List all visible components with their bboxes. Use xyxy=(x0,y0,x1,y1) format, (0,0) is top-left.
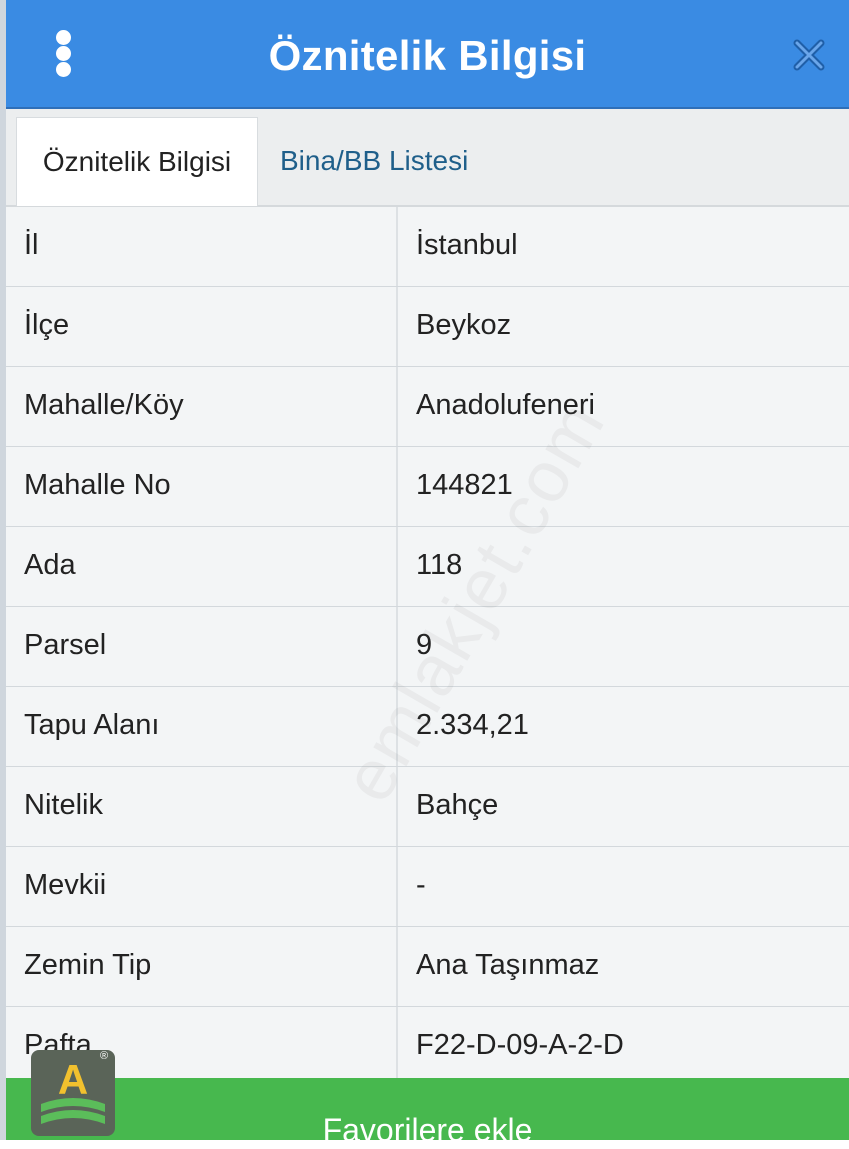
app-header: Öznitelik Bilgisi xyxy=(6,0,849,109)
row-value: Beykoz xyxy=(416,309,512,341)
table-row: Parsel 9 xyxy=(6,607,849,687)
row-value: 9 xyxy=(416,629,433,661)
attribute-table: İl İstanbul İlçe Beykoz Mahalle/Köy Anad… xyxy=(6,207,849,1087)
logo-letter: A xyxy=(58,1056,88,1103)
column-divider xyxy=(396,847,398,926)
add-to-favorites-label: Favorilere ekle xyxy=(322,1112,533,1148)
row-key: Ada xyxy=(24,549,76,581)
row-key: Zemin Tip xyxy=(24,949,152,981)
row-key: İl xyxy=(24,229,39,261)
table-row: Ada 118 xyxy=(6,527,849,607)
brand-logo: A xyxy=(31,1050,115,1136)
tab-oznitelik-bilgisi[interactable]: Öznitelik Bilgisi xyxy=(16,117,258,206)
table-row: Mahalle/Köy Anadolufeneri xyxy=(6,367,849,447)
row-value: İstanbul xyxy=(416,229,518,261)
tab-bina-bb-listesi[interactable]: Bina/BB Listesi xyxy=(280,117,468,205)
row-value: Bahçe xyxy=(416,789,499,821)
column-divider xyxy=(396,527,398,606)
close-icon xyxy=(793,39,825,71)
row-key: Mahalle/Köy xyxy=(24,389,184,421)
table-row: İl İstanbul xyxy=(6,207,849,287)
row-key: Mevkii xyxy=(24,869,107,901)
row-key: Mahalle No xyxy=(24,469,171,501)
row-value: Ana Taşınmaz xyxy=(416,949,600,981)
close-button[interactable] xyxy=(789,35,829,75)
table-row: Mevkii - xyxy=(6,847,849,927)
table-row: İlçe Beykoz xyxy=(6,287,849,367)
row-value: 118 xyxy=(416,549,463,581)
row-value: F22-D-09-A-2-D xyxy=(416,1029,624,1061)
column-divider xyxy=(396,207,398,286)
table-row: Pafta F22-D-09-A-2-D xyxy=(6,1007,849,1087)
column-divider xyxy=(396,367,398,446)
add-to-favorites-button[interactable]: Favorilere ekle xyxy=(6,1078,849,1148)
column-divider xyxy=(396,1007,398,1086)
column-divider xyxy=(396,687,398,766)
row-key: İlçe xyxy=(24,309,70,341)
row-value: - xyxy=(416,869,426,901)
table-row: Zemin Tip Ana Taşınmaz xyxy=(6,927,849,1007)
table-row: Mahalle No 144821 xyxy=(6,447,849,527)
row-key: Parsel xyxy=(24,629,107,661)
registered-mark: ® xyxy=(100,1050,109,1062)
column-divider xyxy=(396,767,398,846)
row-value: 144821 xyxy=(416,469,513,501)
row-value: 2.334,21 xyxy=(416,709,529,741)
page-title: Öznitelik Bilgisi xyxy=(268,32,587,79)
row-key: Tapu Alanı xyxy=(24,709,160,741)
row-key: Nitelik xyxy=(24,789,103,821)
column-divider xyxy=(396,927,398,1006)
column-divider xyxy=(396,607,398,686)
tab-bar: Öznitelik Bilgisi Bina/BB Listesi xyxy=(6,109,849,207)
column-divider xyxy=(396,287,398,366)
row-value: Anadolufeneri xyxy=(416,389,595,421)
brand-logo-icon: A xyxy=(41,1056,105,1124)
column-divider xyxy=(396,447,398,526)
table-row: Nitelik Bahçe xyxy=(6,767,849,847)
table-row: Tapu Alanı 2.334,21 xyxy=(6,687,849,767)
